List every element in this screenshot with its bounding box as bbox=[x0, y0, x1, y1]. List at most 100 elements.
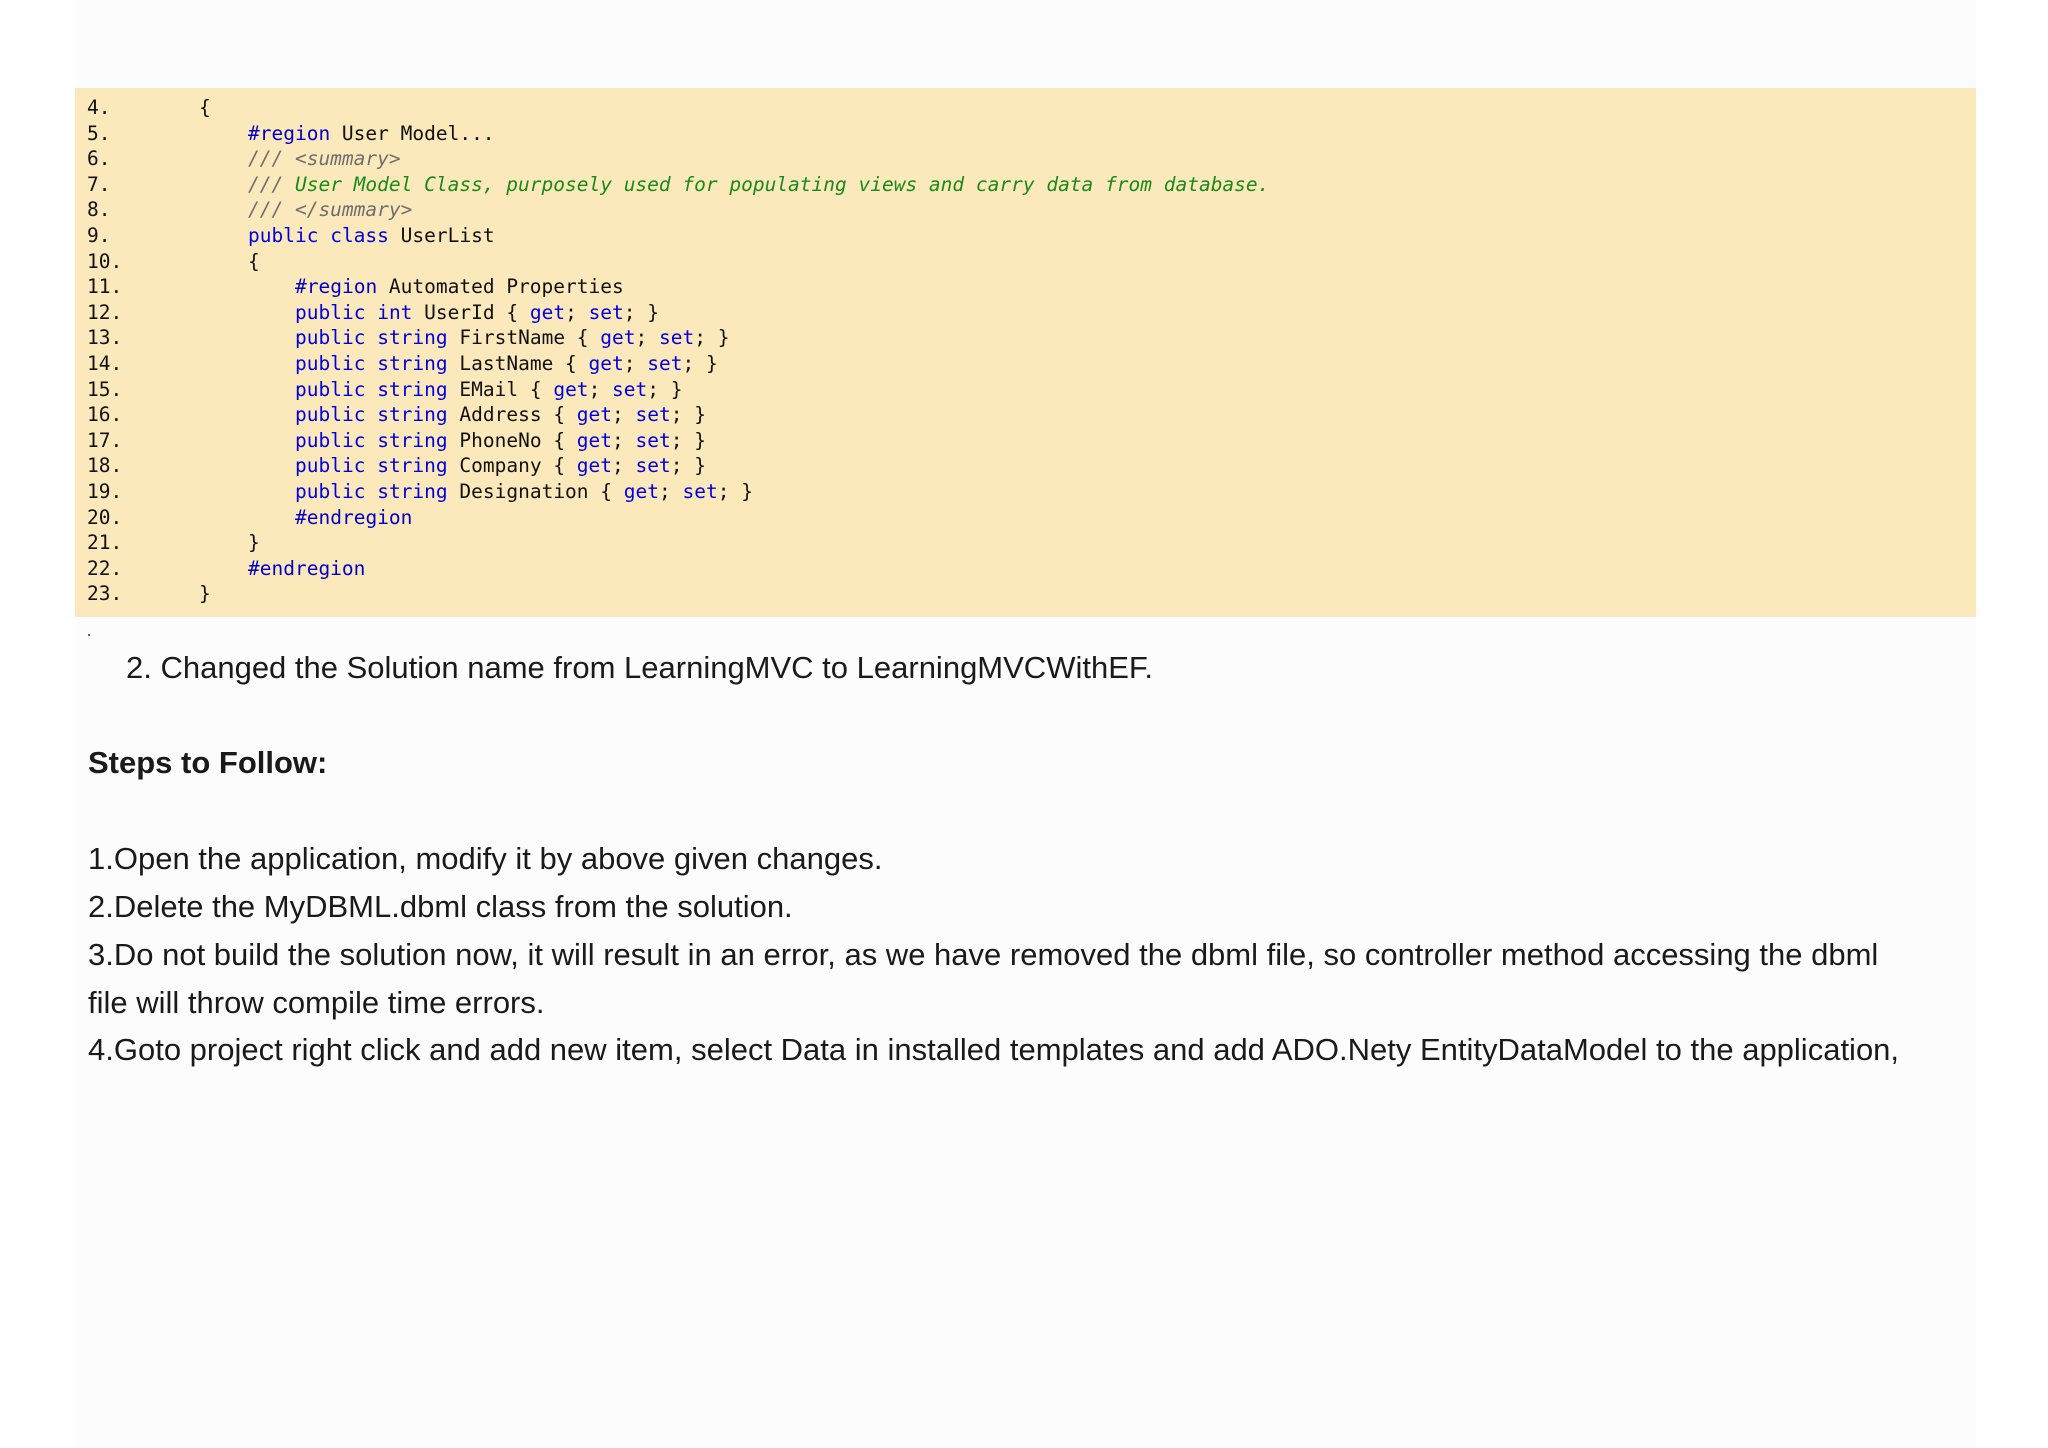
line-number: 14. bbox=[87, 351, 123, 375]
code-token: int bbox=[377, 300, 413, 324]
code-token: set bbox=[635, 428, 671, 452]
line-number: 20. bbox=[87, 505, 123, 529]
code-line: 16. public string Address { get; set; } bbox=[75, 402, 1976, 428]
code-token: class bbox=[330, 223, 389, 247]
code-token: Company { bbox=[447, 454, 577, 478]
code-line: 9. public class UserList bbox=[75, 223, 1976, 249]
code-token: set bbox=[647, 351, 683, 375]
code-token: public bbox=[248, 223, 319, 247]
step-2-text: 2.Delete the MyDBML.dbml class from the … bbox=[88, 889, 793, 924]
code-token: get bbox=[576, 428, 613, 452]
code-token: { bbox=[248, 249, 260, 273]
code-token: public bbox=[295, 479, 366, 503]
code-token: ; bbox=[612, 428, 636, 452]
code-text: } bbox=[248, 530, 260, 556]
code-token: string bbox=[377, 326, 448, 350]
code-token: User Model... bbox=[330, 121, 495, 145]
steps-heading: Steps to Follow: bbox=[88, 745, 328, 780]
code-token: set bbox=[682, 479, 718, 503]
code-line: 19. public string Designation { get; set;… bbox=[75, 479, 1976, 505]
code-token: set bbox=[635, 403, 671, 427]
code-line: 23.} bbox=[75, 581, 1976, 607]
code-token: public bbox=[295, 300, 366, 324]
code-text: /// <summary> bbox=[248, 146, 401, 172]
code-line: 12. public int UserId { get; set; } bbox=[75, 300, 1976, 326]
line-number: 6. bbox=[87, 147, 111, 171]
code-token: UserList bbox=[388, 223, 495, 247]
code-token: Automated Properties bbox=[377, 275, 624, 299]
code-text: /// </summary> bbox=[248, 197, 412, 223]
code-token: UserId { bbox=[412, 300, 530, 324]
code-token: string bbox=[377, 479, 448, 503]
code-token: ; bbox=[635, 326, 659, 350]
code-token: /// bbox=[248, 172, 295, 196]
code-token: public bbox=[295, 377, 366, 401]
code-token: ; bbox=[588, 377, 613, 401]
code-line: 13. public string FirstName { get; set; } bbox=[75, 325, 1976, 351]
code-token: { bbox=[199, 96, 211, 119]
code-text: { bbox=[199, 95, 211, 121]
code-line: 22. #endregion bbox=[75, 556, 1976, 582]
code-token: ; } bbox=[623, 300, 660, 324]
code-token: public bbox=[295, 351, 366, 375]
code-token: get bbox=[553, 377, 589, 401]
code-block: 4. {5. #region User Model... 6. /// <summary… bbox=[75, 88, 1976, 617]
code-line: 8. /// </summary> bbox=[75, 197, 1976, 223]
code-token: public bbox=[295, 403, 366, 427]
code-token: #region bbox=[248, 121, 331, 145]
code-token: get bbox=[529, 300, 566, 324]
code-token: #endregion bbox=[248, 556, 366, 580]
code-text: public string Designation { get; set; } bbox=[295, 479, 753, 505]
code-token: ; bbox=[612, 403, 636, 427]
code-text: public class UserList bbox=[248, 223, 495, 249]
step-4-text: 4.Goto project right click and add new i… bbox=[88, 1032, 1900, 1067]
code-line: 18. public string Company { get; set; } bbox=[75, 453, 1976, 479]
code-token: #region bbox=[295, 275, 378, 299]
stray-dot bbox=[88, 634, 90, 636]
line-number: 9. bbox=[87, 223, 111, 247]
line-number: 10. bbox=[87, 249, 123, 273]
code-token: get bbox=[600, 326, 636, 350]
code-text: } bbox=[199, 581, 211, 607]
code-text: #endregion bbox=[248, 556, 365, 582]
code-text: { bbox=[248, 249, 260, 275]
code-line: 20. #endregion bbox=[75, 505, 1976, 531]
code-token: #endregion bbox=[295, 505, 413, 529]
line-number: 11. bbox=[87, 275, 123, 299]
code-line: 6. /// <summary> bbox=[75, 146, 1976, 172]
code-line: 14. public string LastName { get; set; } bbox=[75, 351, 1976, 377]
code-line: 11. #region Automated Properties bbox=[75, 274, 1976, 300]
code-token: string bbox=[377, 454, 448, 478]
code-token: User Model Class, purposely used for pop… bbox=[294, 172, 1270, 196]
code-token: ; bbox=[659, 479, 683, 503]
code-token: Address { bbox=[447, 403, 577, 427]
code-text: #endregion bbox=[295, 505, 412, 531]
code-token: set bbox=[588, 300, 624, 324]
line-number: 18. bbox=[87, 454, 123, 478]
code-token: public bbox=[295, 326, 366, 350]
code-token: Designation { bbox=[447, 479, 624, 503]
code-text: #region Automated Properties bbox=[295, 274, 624, 300]
code-token: set bbox=[659, 326, 695, 350]
code-token: ; } bbox=[670, 428, 706, 452]
code-token: get bbox=[588, 351, 624, 375]
line-number: 21. bbox=[87, 531, 123, 555]
code-token: string bbox=[377, 377, 448, 401]
code-text: public int UserId { get; set; } bbox=[295, 300, 659, 326]
code-token: set bbox=[612, 377, 648, 401]
line-number: 8. bbox=[87, 198, 111, 222]
code-line: 17. public string PhoneNo { get; set; } bbox=[75, 428, 1976, 454]
step-1-text: 1.Open the application, modify it by abo… bbox=[88, 841, 883, 876]
code-token: } bbox=[199, 582, 211, 606]
code-token: get bbox=[576, 454, 613, 478]
code-text: public string PhoneNo { get; set; } bbox=[295, 428, 706, 454]
step-3-text-line-1: 3.Do not build the solution now, it will… bbox=[88, 937, 1879, 972]
